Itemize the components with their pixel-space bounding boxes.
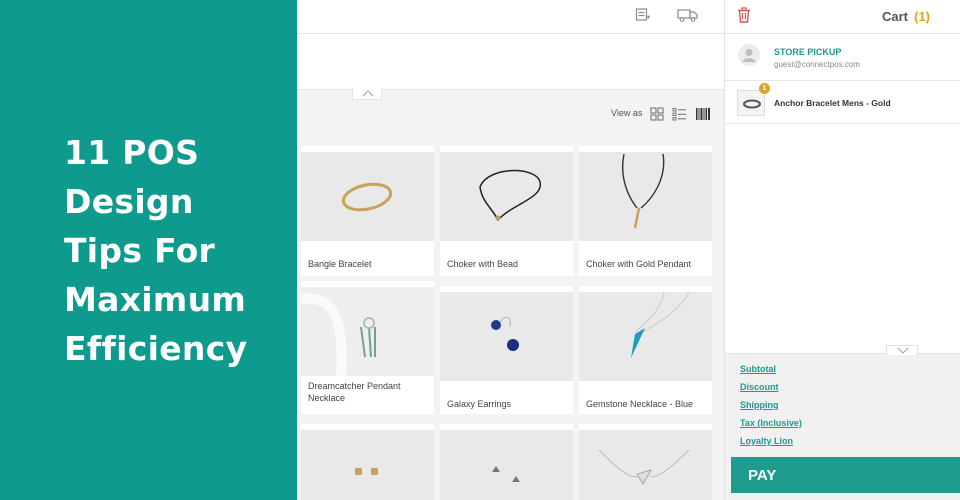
cart-line-item[interactable]: 1 Anchor Bracelet Mens - Gold: [725, 82, 960, 124]
banner-title-line: 11 POS: [64, 133, 200, 172]
item-name: Anchor Bracelet Mens - Gold: [774, 98, 891, 108]
customer-email: guest@connectpos.com: [774, 60, 860, 69]
pos-top-bar: [297, 0, 724, 34]
promo-banner: 11 POS Design Tips For Maximum Efficienc…: [0, 0, 297, 500]
banner-title-line: Efficiency: [64, 329, 248, 368]
shipping-truck-icon[interactable]: [677, 7, 699, 28]
trash-icon[interactable]: [737, 7, 751, 28]
banner-title-line: Maximum: [64, 280, 247, 319]
collapse-totals-toggle[interactable]: [886, 345, 918, 355]
loyalty-lion-link[interactable]: Loyalty Lion: [740, 436, 793, 446]
notes-icon[interactable]: [635, 7, 651, 28]
chevron-up-icon: [362, 90, 374, 97]
pos-product-area: View as Bangle Bracelet Choker with Bead…: [297, 0, 724, 500]
view-as-label: View as: [611, 108, 643, 118]
pay-button[interactable]: PAY: [731, 457, 960, 493]
product-card[interactable]: Bangle Bracelet: [301, 146, 434, 276]
product-card[interactable]: Gemstone Necklace - Blue: [579, 286, 712, 414]
user-icon: [742, 49, 756, 62]
product-name: Dreamcatcher Pendant Necklace: [308, 381, 401, 403]
tax-link[interactable]: Tax (Inclusive): [740, 418, 802, 428]
cart-count-badge: (1): [914, 9, 930, 24]
product-image: [579, 430, 712, 500]
product-image: [440, 292, 573, 381]
banner-title: 11 POS Design Tips For Maximum Efficienc…: [64, 128, 284, 373]
cart-header: Cart (1): [725, 0, 960, 34]
customer-selector[interactable]: STORE PICKUP guest@connectpos.com: [725, 35, 960, 81]
product-card[interactable]: [440, 424, 573, 500]
subtotal-link[interactable]: Subtotal: [740, 364, 776, 374]
product-name: Gemstone Necklace - Blue: [586, 399, 694, 409]
avatar: [738, 44, 760, 66]
product-image: [579, 152, 712, 241]
barcode-view-icon[interactable]: [695, 107, 711, 126]
totals-section: Subtotal Discount Shipping Tax (Inclusiv…: [725, 345, 960, 500]
product-name: Galaxy Earrings: [447, 399, 512, 409]
product-image: [301, 430, 434, 500]
banner-title-line: Design: [64, 182, 194, 221]
product-image: [579, 291, 712, 381]
product-card[interactable]: [579, 424, 712, 500]
discount-link[interactable]: Discount: [740, 382, 779, 392]
product-card[interactable]: Galaxy Earrings: [440, 286, 573, 414]
product-image: [300, 287, 434, 377]
shipping-link[interactable]: Shipping: [740, 400, 779, 410]
grid-view-icon[interactable]: [650, 107, 664, 126]
product-card[interactable]: Choker with Gold Pendant: [579, 146, 712, 276]
product-name: Choker with Gold Pendant: [586, 259, 692, 269]
cart-title: Cart: [881, 9, 908, 24]
chevron-down-icon: [897, 347, 909, 354]
product-image: [301, 152, 434, 241]
customer-name: STORE PICKUP: [774, 47, 842, 57]
pay-button-label: PAY: [748, 467, 777, 484]
product-name: Choker with Bead: [447, 259, 519, 269]
product-card[interactable]: [301, 424, 434, 500]
cart-panel: Cart (1) STORE PICKUP guest@connectpos.c…: [724, 0, 960, 500]
product-card[interactable]: Dreamcatcher Pendant Necklace: [300, 281, 434, 414]
product-card[interactable]: Choker with Bead: [440, 146, 573, 276]
product-name: Bangle Bracelet: [308, 259, 372, 269]
banner-title-line: Tips For: [64, 231, 216, 270]
item-qty-badge: 1: [759, 83, 770, 94]
item-thumbnail: [737, 90, 765, 116]
product-image: [440, 152, 573, 241]
search-panel[interactable]: [297, 34, 724, 90]
list-view-icon[interactable]: [672, 107, 687, 126]
product-image: [440, 430, 573, 500]
collapse-search-toggle[interactable]: [352, 88, 382, 100]
